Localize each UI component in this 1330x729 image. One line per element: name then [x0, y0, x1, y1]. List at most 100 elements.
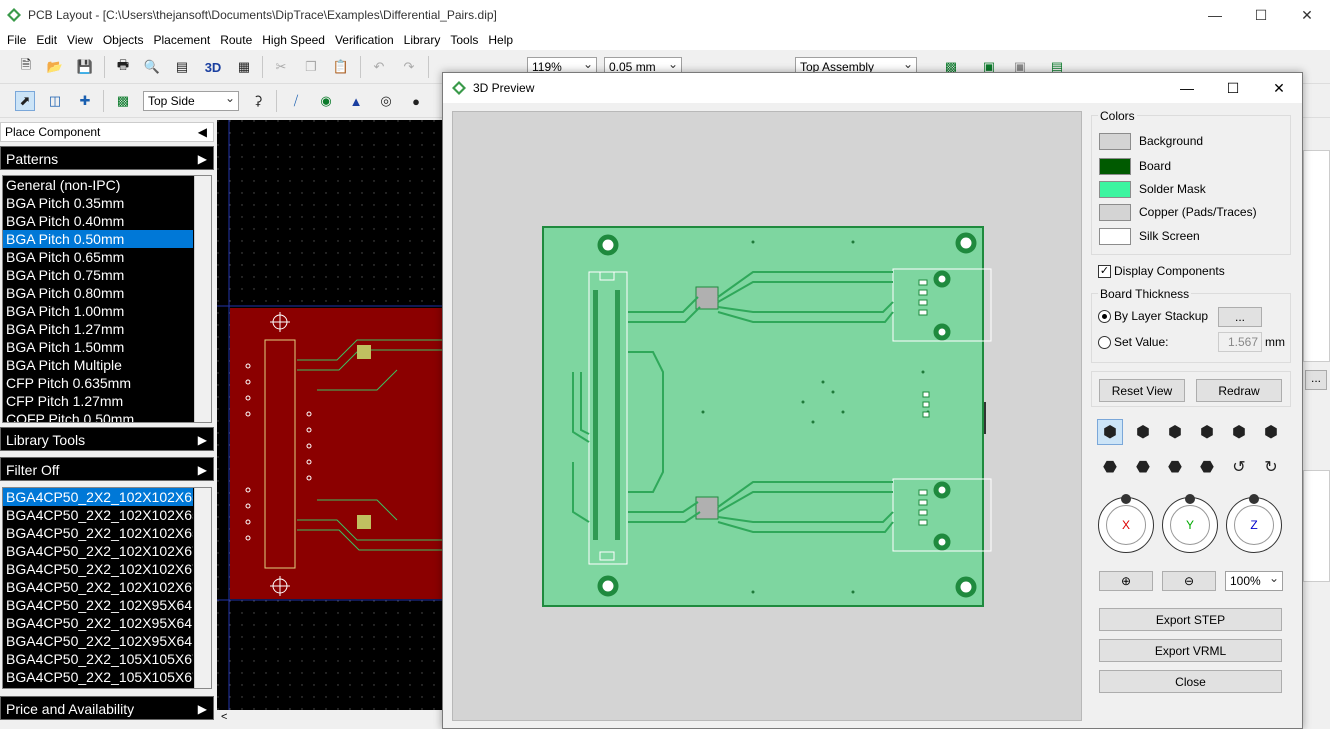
rotate-left-icon[interactable]: ↺: [1226, 454, 1252, 480]
menu-view[interactable]: View: [62, 33, 98, 47]
rotate-z-dial[interactable]: Z: [1226, 494, 1282, 553]
view-right-icon[interactable]: ⬢: [1226, 419, 1252, 445]
color-swatch-silk-screen[interactable]: [1099, 228, 1131, 245]
menu-high-speed[interactable]: High Speed: [257, 33, 330, 47]
pattern-list-item[interactable]: BGA Pitch 0.50mm: [3, 230, 193, 248]
pattern-list-item[interactable]: CQFP Pitch 0.50mm: [3, 410, 193, 422]
pattern-list-item[interactable]: BGA Pitch 1.27mm: [3, 320, 193, 338]
hole-icon[interactable]: ●: [406, 91, 426, 111]
view-iso-4-icon[interactable]: ⬣: [1194, 454, 1220, 480]
right-panel-list[interactable]: [1303, 150, 1330, 362]
pattern-list-item[interactable]: CFP Pitch 1.27mm: [3, 392, 193, 410]
component-list-item[interactable]: BGA4CP50_2X2_105X105X67: [3, 668, 193, 686]
menu-placement[interactable]: Placement: [149, 33, 216, 47]
components-list[interactable]: BGA4CP50_2X2_102X102X65 BGA4CP50_2X2_102X…: [2, 487, 212, 689]
component-list-item[interactable]: BGA4CP50_2X2_102X95X64E: [3, 632, 193, 650]
menu-edit[interactable]: Edit: [31, 33, 62, 47]
dialog-maximize-button[interactable]: ☐: [1210, 73, 1256, 103]
layers-icon[interactable]: ▩: [113, 91, 133, 111]
pattern-list-item[interactable]: BGA Pitch 1.00mm: [3, 302, 193, 320]
zoom-level-combo[interactable]: 100%: [1225, 569, 1283, 591]
via-icon[interactable]: ◉: [316, 91, 336, 111]
pcb-design-canvas[interactable]: [217, 120, 443, 710]
pattern-list-item[interactable]: BGA Pitch 0.75mm: [3, 266, 193, 284]
arc-icon[interactable]: ▲: [346, 91, 366, 111]
component-list-item[interactable]: BGA4CP50_2X2_102X102X67: [3, 542, 193, 560]
menu-route[interactable]: Route: [215, 33, 257, 47]
component-list-item[interactable]: BGA4CP50_2X2_102X95X64E: [3, 614, 193, 632]
view-iso-2-icon[interactable]: ⬣: [1130, 454, 1156, 480]
layer-stackup-dots-button[interactable]: ...: [1218, 307, 1262, 327]
minimize-button[interactable]: —: [1192, 0, 1238, 30]
pattern-list-item[interactable]: BGA Pitch Multiple: [3, 356, 193, 374]
side-combo[interactable]: Top Side: [143, 89, 239, 111]
view-iso-front-icon[interactable]: ⬢: [1097, 419, 1123, 445]
scroll-left-arrow-icon[interactable]: <: [221, 711, 227, 723]
reset-view-button[interactable]: Reset View: [1099, 379, 1185, 402]
redraw-button[interactable]: Redraw: [1196, 379, 1282, 402]
print-icon[interactable]: 🖶: [113, 57, 133, 77]
crosshair-icon[interactable]: ✚: [75, 91, 95, 111]
close-window-button[interactable]: ✕: [1284, 0, 1330, 30]
save-icon[interactable]: 💾: [75, 57, 95, 77]
view-top-icon[interactable]: ⬢: [1258, 419, 1284, 445]
export-vrml-button[interactable]: Export VRML: [1099, 639, 1282, 662]
select-pointer-icon[interactable]: ⬈: [15, 91, 35, 111]
view-front-icon[interactable]: ⬢: [1130, 419, 1156, 445]
color-swatch-background[interactable]: [1099, 133, 1131, 150]
view-iso-1-icon[interactable]: ⬣: [1097, 454, 1123, 480]
pattern-list-item[interactable]: General (non-IPC): [3, 176, 193, 194]
thickness-value-input[interactable]: 1.567: [1218, 332, 1262, 352]
rotate-y-dial[interactable]: Y: [1162, 494, 1218, 553]
canvas-horizontal-scrollbar[interactable]: <: [217, 710, 443, 727]
trace-icon[interactable]: ⧸: [286, 91, 306, 111]
pattern-list-item[interactable]: BGA Pitch 0.80mm: [3, 284, 193, 302]
cut-icon[interactable]: ✂: [271, 57, 291, 77]
menu-help[interactable]: Help: [483, 33, 518, 47]
zoom-out-button[interactable]: ⊖: [1162, 571, 1216, 591]
library-tools-header[interactable]: Library Tools ▶: [0, 427, 214, 451]
rotate-x-dial[interactable]: X: [1098, 494, 1154, 553]
color-swatch-board[interactable]: [1099, 158, 1131, 175]
pan-icon[interactable]: ◫: [45, 91, 65, 111]
close-button[interactable]: Close: [1099, 670, 1282, 693]
pattern-list-item[interactable]: BGA Pitch 0.40mm: [3, 212, 193, 230]
3d-viewport[interactable]: [452, 111, 1082, 721]
patterns-list[interactable]: General (non-IPC) BGA Pitch 0.35mm BGA Pit…: [2, 175, 212, 423]
view-left-icon[interactable]: ⬢: [1194, 419, 1220, 445]
component-list-item[interactable]: BGA4CP50_2X2_102X102X67: [3, 578, 193, 596]
3d-preview-button[interactable]: 3D: [201, 57, 225, 77]
rotate-right-icon[interactable]: ↻: [1258, 454, 1284, 480]
zoom-in-button[interactable]: ⊕: [1099, 571, 1153, 591]
place-component-header[interactable]: Place Component ◀: [0, 122, 214, 142]
find-binoculars-icon[interactable]: ⚳: [248, 91, 268, 111]
more-options-button[interactable]: ...: [1305, 370, 1327, 390]
menu-objects[interactable]: Objects: [98, 33, 149, 47]
print-preview-icon[interactable]: 🔍: [142, 57, 162, 77]
component-list-item[interactable]: BGA4CP50_2X2_105X105X67: [3, 650, 193, 668]
pattern-list-item[interactable]: CFP Pitch 0.635mm: [3, 374, 193, 392]
dialog-minimize-button[interactable]: —: [1164, 73, 1210, 103]
view-back-icon[interactable]: ⬢: [1162, 419, 1188, 445]
export-step-button[interactable]: Export STEP: [1099, 608, 1282, 631]
pattern-list-item[interactable]: BGA Pitch 0.35mm: [3, 194, 193, 212]
set-value-radio[interactable]: [1098, 336, 1111, 349]
color-swatch-solder-mask[interactable]: [1099, 181, 1131, 198]
dialog-close-x-button[interactable]: ✕: [1256, 73, 1302, 103]
component-list-item[interactable]: BGA4CP50_2X2_102X95X64E: [3, 596, 193, 614]
components-scrollbar[interactable]: [194, 488, 211, 688]
redo-icon[interactable]: ↷: [399, 57, 419, 77]
component-list-item[interactable]: BGA4CP50_2X2_102X102X65: [3, 488, 193, 506]
menu-library[interactable]: Library: [399, 33, 446, 47]
display-components-checkbox[interactable]: ✓: [1098, 265, 1111, 278]
component-list-item[interactable]: BGA4CP50_2X2_102X102X65: [3, 506, 193, 524]
view-iso-3-icon[interactable]: ⬣: [1162, 454, 1188, 480]
undo-icon[interactable]: ↶: [369, 57, 389, 77]
collapse-arrow-icon[interactable]: ◀: [198, 123, 207, 141]
pattern-list-item[interactable]: BGA Pitch 0.65mm: [3, 248, 193, 266]
pattern-list-item[interactable]: BGA Pitch 1.50mm: [3, 338, 193, 356]
filter-header[interactable]: Filter Off ▶: [0, 457, 214, 481]
menu-verification[interactable]: Verification: [330, 33, 399, 47]
paste-icon[interactable]: 📋: [331, 57, 351, 77]
color-swatch-copper-pads-traces-[interactable]: [1099, 204, 1131, 221]
